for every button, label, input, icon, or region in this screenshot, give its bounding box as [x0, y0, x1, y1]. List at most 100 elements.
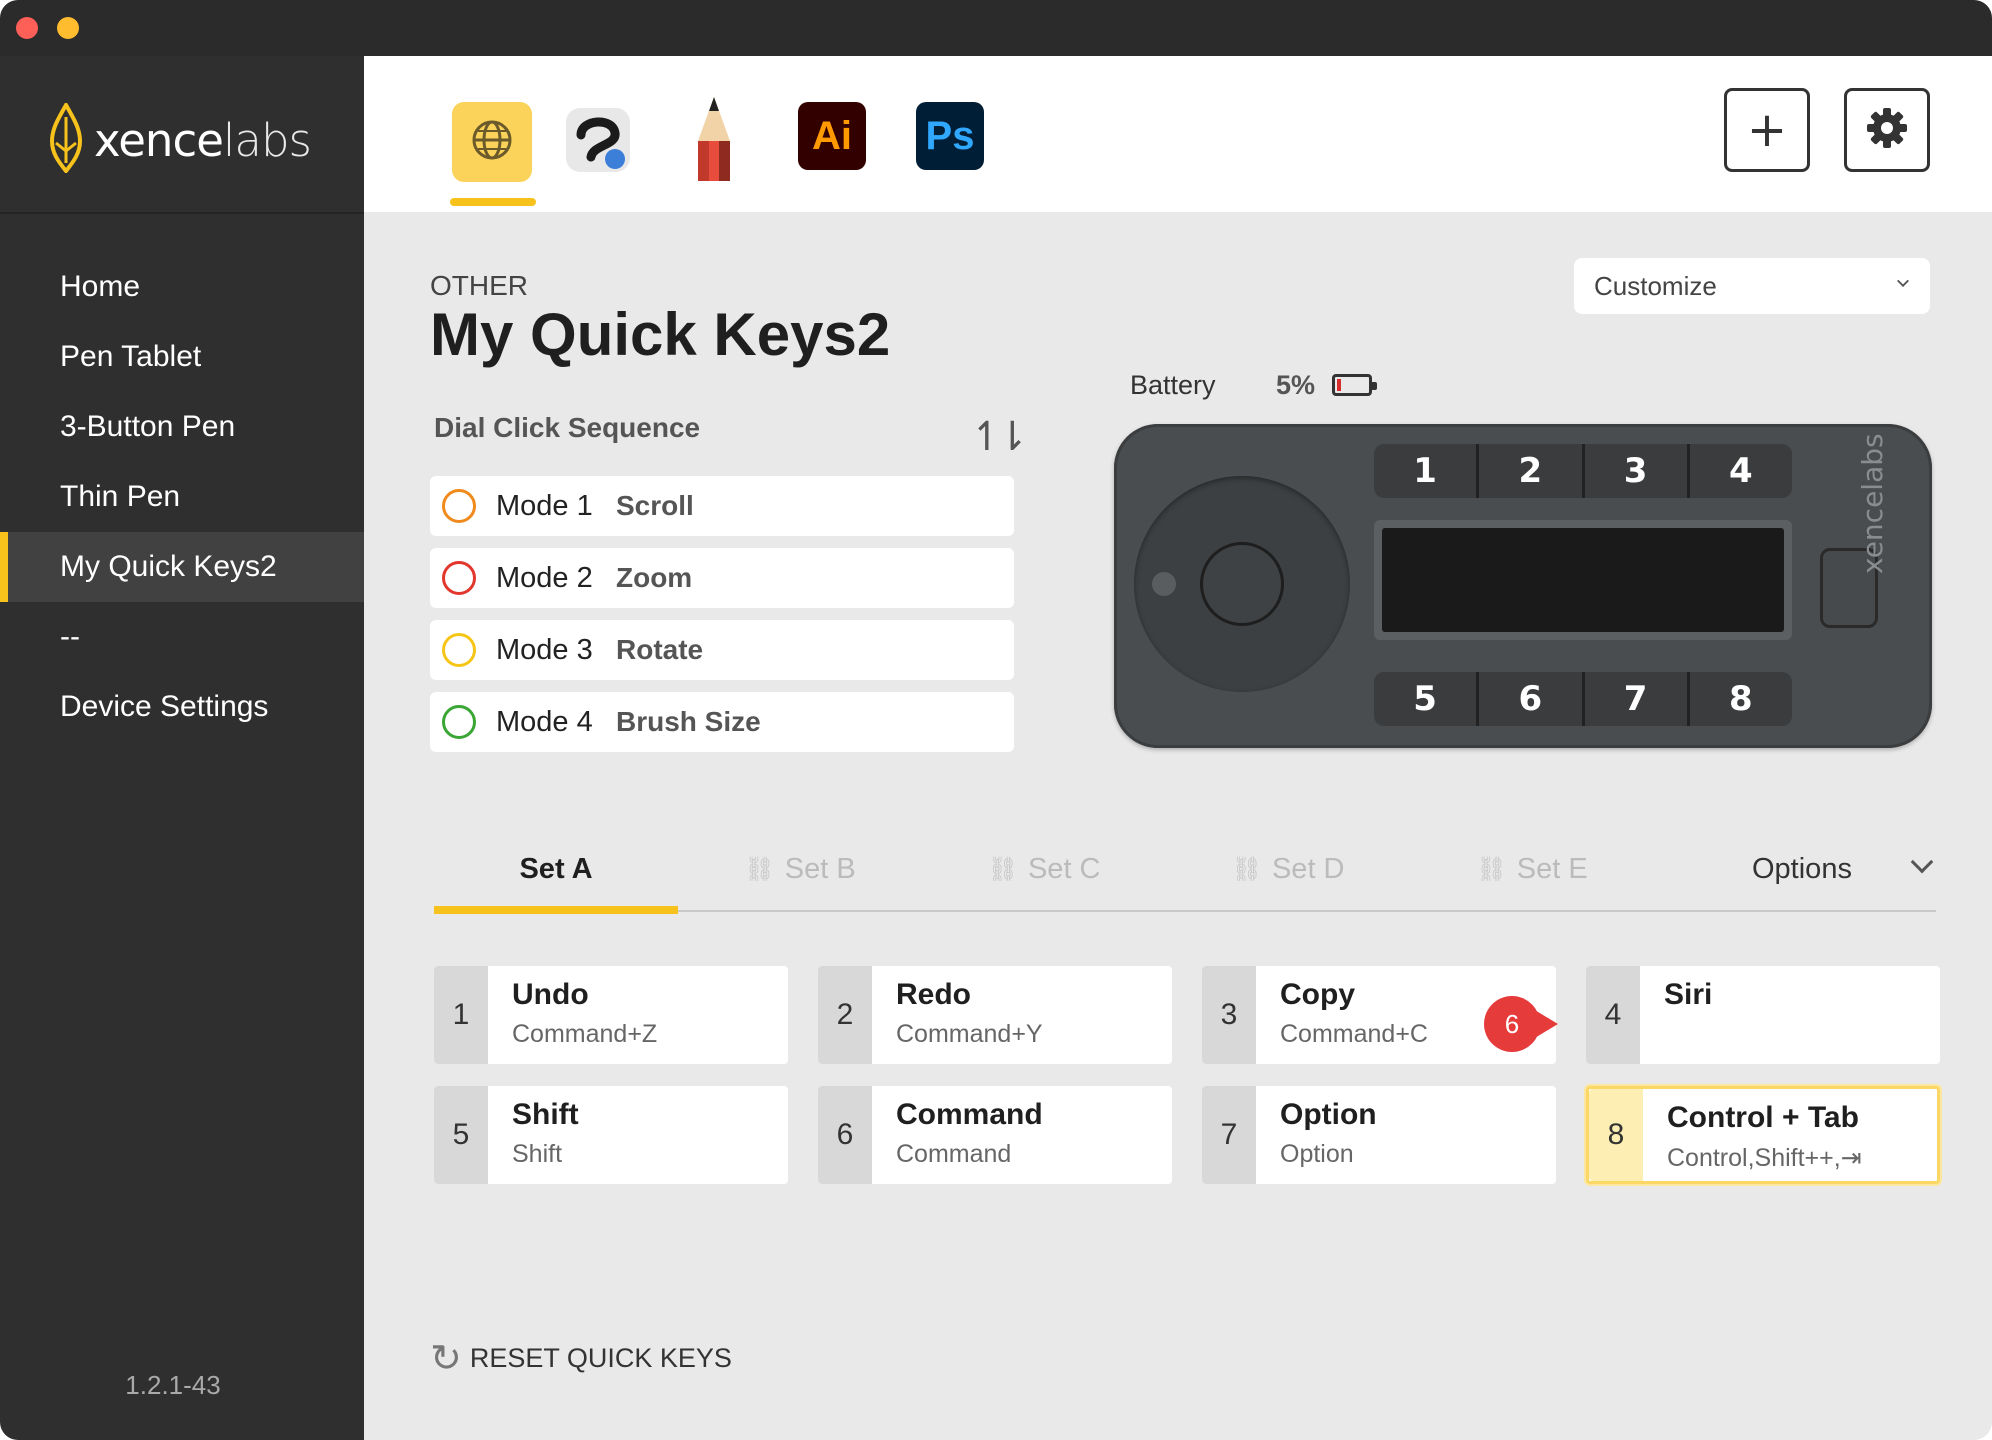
app-pencil-button[interactable]: [674, 96, 754, 182]
key-shortcut: Command+Z: [512, 1020, 658, 1048]
customize-dropdown[interactable]: Customize: [1574, 258, 1930, 314]
unlinked-icon: ⛓: [987, 855, 1018, 883]
key-details: Control + Tab Control,Shift++,⇥: [1643, 1089, 1862, 1181]
dial-mode-row[interactable]: Mode 3 Rotate: [430, 620, 1014, 680]
mode-action: Brush Size: [616, 706, 761, 737]
battery-low-icon: [1332, 374, 1377, 396]
sidebar-item-pen-tablet[interactable]: Pen Tablet: [0, 322, 364, 392]
mode-circle-icon: [442, 705, 476, 739]
app-global-button[interactable]: [452, 102, 532, 182]
key-number: 2: [818, 966, 872, 1064]
key-card-4[interactable]: 4 Siri: [1586, 966, 1940, 1064]
sidebar-item-3-button-pen[interactable]: 3-Button Pen: [0, 392, 364, 462]
device-key: 5: [1374, 672, 1480, 726]
battery-percent: 5%: [1276, 370, 1316, 400]
key-action: Copy: [1280, 978, 1355, 1011]
sidebar: xencelabs Home Pen Tablet 3-Button Pen T…: [0, 56, 364, 1440]
key-action: Command: [896, 1098, 1043, 1131]
step-callout: 6: [1484, 996, 1558, 1052]
globe-icon: [470, 118, 514, 167]
mode-action: Rotate: [616, 634, 704, 665]
sidebar-item-home[interactable]: Home: [0, 252, 364, 322]
options-dropdown[interactable]: Options: [1752, 826, 1852, 912]
key-card-5[interactable]: 5 Shift Shift: [434, 1086, 788, 1184]
key-details: Copy Command+C: [1256, 966, 1428, 1064]
mode-name: Mode 2: [496, 561, 593, 594]
app-window: xencelabs Home Pen Tablet 3-Button Pen T…: [0, 0, 1992, 1440]
device-key: 2: [1479, 444, 1585, 498]
tab-set-a[interactable]: Set A: [434, 826, 678, 914]
key-card-7[interactable]: 7 Option Option: [1202, 1086, 1556, 1184]
close-window-button[interactable]: [16, 17, 38, 39]
active-app-indicator: [450, 198, 536, 206]
settings-button[interactable]: [1844, 88, 1930, 172]
key-action: Undo: [512, 978, 589, 1011]
tab-set-c[interactable]: ⛓ Set C: [922, 826, 1166, 912]
sidebar-item-my-quick-keys2[interactable]: My Quick Keys2: [0, 532, 364, 602]
key-number: 6: [818, 1086, 872, 1184]
reset-label: RESET QUICK KEYS: [469, 1342, 732, 1373]
key-card-8[interactable]: 8 Control + Tab Control,Shift++,⇥: [1586, 1086, 1940, 1184]
dial-mode-row[interactable]: Mode 1 Scroll: [430, 476, 1014, 536]
title-bar: [0, 0, 1992, 56]
customize-label: Customize: [1594, 270, 1717, 301]
key-number: 3: [1202, 966, 1256, 1064]
app-illustrator-button[interactable]: Ai: [798, 102, 866, 170]
tab-label: Set E: [1516, 852, 1588, 885]
key-details: Undo Command+Z: [488, 966, 657, 1064]
sidebar-nav: Home Pen Tablet 3-Button Pen Thin Pen My…: [0, 252, 364, 742]
tab-set-e[interactable]: ⛓ Set E: [1410, 826, 1654, 912]
key-card-6[interactable]: 6 Command Command: [818, 1086, 1172, 1184]
plus-icon: +: [1746, 102, 1788, 158]
key-shortcut: Control,Shift++,⇥: [1667, 1144, 1862, 1172]
sort-arrows-icon[interactable]: ↿⇂: [970, 414, 1029, 460]
sidebar-item-device-settings[interactable]: Device Settings: [0, 672, 364, 742]
device-top-keys: 1 2 3 4: [1374, 444, 1792, 498]
key-number: 8: [1589, 1089, 1643, 1181]
unlinked-icon: ⛓: [1231, 855, 1262, 883]
key-number: 5: [434, 1086, 488, 1184]
chevron-down-icon: [1897, 275, 1909, 287]
key-shortcut: Option: [1280, 1140, 1354, 1168]
device-key: 4: [1729, 451, 1753, 491]
add-app-button[interactable]: +: [1724, 88, 1810, 172]
sidebar-item-placeholder[interactable]: --: [0, 602, 364, 672]
key-details: Siri: [1640, 966, 1712, 1064]
device-oled-screen: [1374, 520, 1792, 640]
device-key: 1: [1374, 444, 1480, 498]
reset-quick-keys-button[interactable]: ↻ RESET QUICK KEYS: [430, 1336, 732, 1380]
tab-label: Set A: [519, 852, 593, 885]
device-key: 8: [1729, 679, 1753, 719]
key-details: Redo Command+Y: [872, 966, 1043, 1064]
sidebar-item-thin-pen[interactable]: Thin Pen: [0, 462, 364, 532]
key-card-2[interactable]: 2 Redo Command+Y: [818, 966, 1172, 1064]
tab-set-d[interactable]: ⛓ Set D: [1166, 826, 1410, 912]
device-dial-button: [1200, 542, 1284, 626]
mode-action: Scroll: [616, 490, 694, 521]
key-shortcut: Shift: [512, 1140, 563, 1168]
brand-name: xencelabs: [94, 113, 312, 167]
brand-logo: xencelabs: [46, 100, 312, 180]
minimize-window-button[interactable]: [57, 17, 79, 39]
key-shortcut: Command+C: [1280, 1020, 1428, 1048]
dial-mode-row[interactable]: Mode 4 Brush Size: [430, 692, 1014, 752]
device-dial: [1134, 476, 1350, 692]
chevron-down-icon[interactable]: [1910, 850, 1934, 874]
mode-name: Mode 1: [496, 489, 593, 522]
clip-studio-icon: [563, 105, 633, 180]
device-key: 3: [1585, 444, 1690, 498]
tab-set-b[interactable]: ⛓ Set B: [678, 826, 922, 912]
device-bottom-keys: 5 6 7 8: [1374, 672, 1792, 726]
mode-circle-icon: [442, 633, 476, 667]
dial-mode-row[interactable]: Mode 2 Zoom: [430, 548, 1014, 608]
device-dial-indicator: [1152, 572, 1176, 596]
mode-circle-icon: [442, 561, 476, 595]
key-number: 7: [1202, 1086, 1256, 1184]
device-brand-label: xencelabs: [1856, 433, 1889, 574]
key-action: Siri: [1664, 978, 1713, 1011]
key-card-1[interactable]: 1 Undo Command+Z: [434, 966, 788, 1064]
app-photoshop-button[interactable]: Ps: [916, 102, 984, 170]
app-clip-studio-button[interactable]: [558, 102, 638, 182]
key-action: Control + Tab: [1667, 1101, 1859, 1134]
key-details: Option Option: [1256, 1086, 1377, 1184]
